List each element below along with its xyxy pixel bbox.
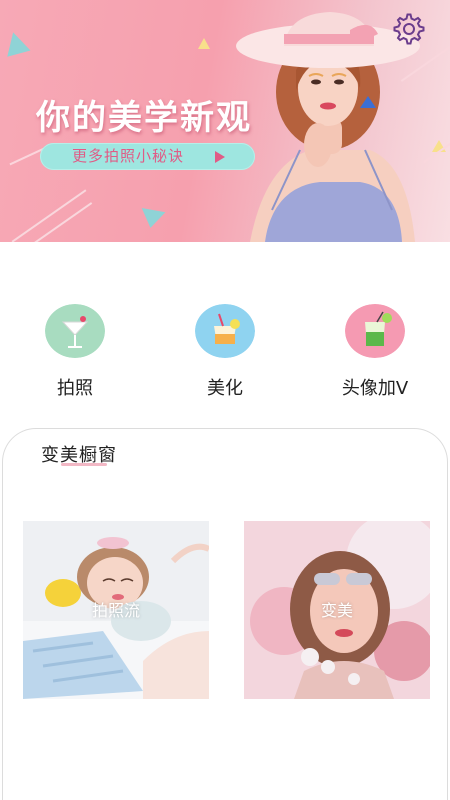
decor-triangle: [1, 29, 31, 57]
showcase-photo-2[interactable]: 变美: [244, 521, 430, 699]
showcase-photo-1[interactable]: 拍照流: [23, 521, 209, 699]
menu-item-beautify[interactable]: 美化: [164, 300, 284, 410]
banner-cta-button[interactable]: 更多拍照小秘诀: [40, 143, 255, 170]
cocktail-icon: [45, 304, 105, 358]
banner-cta-label: 更多拍照小秘诀: [72, 147, 185, 165]
photo-label: 变美: [320, 601, 353, 620]
decor-line: [33, 202, 93, 242]
promo-banner[interactable]: 你的美学新观 更多拍照小秘诀: [0, 0, 450, 242]
banner-title: 你的美学新观: [36, 98, 252, 138]
decor-triangle: [138, 208, 166, 230]
section-title-underline: [61, 463, 107, 466]
decor-triangle: [198, 38, 210, 49]
showcase-panel: 变美橱窗 拍照流 变美: [2, 428, 448, 800]
menu-item-photo-label: 拍照: [57, 378, 93, 399]
menu-item-beautify-label: 美化: [207, 378, 243, 399]
feature-menu: 拍照 美化 头像加V: [0, 300, 450, 410]
photo-label: 拍照流: [91, 601, 140, 620]
drink-icon: [195, 304, 255, 358]
menu-item-avatar-v[interactable]: 头像加V: [314, 300, 434, 410]
menu-item-avatar-v-label: 头像加V: [341, 378, 409, 399]
menu-item-photo[interactable]: 拍照: [14, 300, 134, 410]
gear-icon[interactable]: [392, 12, 426, 46]
play-arrow-icon: [215, 151, 225, 163]
mojito-icon: [345, 304, 405, 358]
